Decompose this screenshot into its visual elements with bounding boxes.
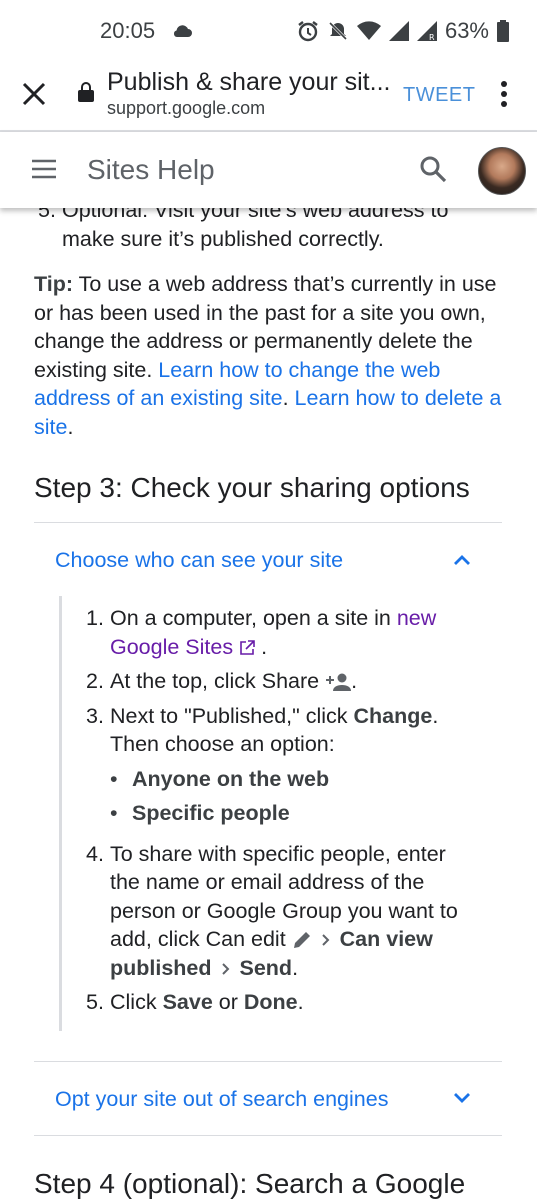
list-end: .	[255, 634, 268, 659]
list-item: 3. Next to "Published," click Change. Th…	[86, 702, 481, 828]
hamburger-menu-icon[interactable]	[30, 157, 58, 181]
accordion-choose-who-title[interactable]: Choose who can see your site	[55, 546, 343, 575]
list-number: 5.	[86, 990, 104, 1014]
site-header: Sites Help	[0, 132, 537, 208]
list-text: Click	[110, 990, 163, 1014]
accordion-opt-out-title[interactable]: Opt your site out of search engines	[55, 1085, 388, 1114]
divider	[34, 522, 502, 523]
sharing-steps-list: 1. On a computer, open a site in new Goo…	[86, 604, 481, 1023]
list-text: or	[212, 990, 244, 1014]
chevron-down-icon[interactable]	[452, 1091, 472, 1105]
tip-sep: .	[282, 386, 295, 410]
chevron-right-icon	[321, 934, 330, 947]
list-text: At the top, click Share	[110, 669, 320, 693]
list-item: 5. Click Save or Done.	[86, 988, 481, 1017]
divider	[34, 1061, 502, 1062]
list-number: 4.	[86, 841, 104, 866]
chevron-up-icon[interactable]	[452, 553, 472, 567]
list-number: 2.	[86, 669, 104, 693]
list-end: .	[297, 990, 304, 1014]
done-label: Done	[243, 990, 298, 1014]
external-link-icon	[240, 640, 255, 655]
change-label: Change	[353, 703, 433, 728]
option-anyone: • Anyone on the web	[110, 766, 330, 791]
accordion-rule	[59, 596, 62, 1031]
search-icon[interactable]	[418, 154, 448, 184]
step4-heading: Step 4 (optional): Search a Google	[34, 1168, 466, 1199]
edit-pencil-icon	[293, 932, 310, 949]
avatar[interactable]	[478, 147, 526, 195]
send-label: Send	[239, 955, 293, 980]
list-item: 2. At the top, click Share .	[86, 667, 481, 696]
option-label: Specific people	[132, 801, 290, 825]
divider	[34, 1135, 502, 1136]
share-person-add-icon	[326, 673, 352, 692]
list-end: .	[292, 955, 299, 980]
list-number: 1.	[86, 606, 104, 630]
site-title[interactable]: Sites Help	[87, 154, 215, 186]
save-label: Save	[162, 990, 213, 1014]
list-end: .	[351, 669, 358, 693]
list-text: Next to "Published," click	[110, 703, 354, 728]
tip-paragraph: Tip: To use a web address that’s current…	[34, 270, 504, 441]
option-specific: • Specific people	[110, 801, 290, 825]
tip-label: Tip:	[34, 272, 74, 296]
tip-end: .	[67, 414, 74, 439]
list-item: 1. On a computer, open a site in new Goo…	[86, 604, 481, 661]
option-label: Anyone on the web	[132, 766, 330, 791]
step3-heading: Step 3: Check your sharing options	[34, 472, 470, 503]
chevron-right-icon	[221, 963, 229, 975]
list-item: 4. To share with specific people, enter …	[86, 840, 481, 983]
list-text: On a computer, open a site in	[110, 606, 397, 630]
option-list: • Anyone on the web • Specific people	[110, 765, 481, 828]
list-number: 3.	[86, 703, 104, 728]
